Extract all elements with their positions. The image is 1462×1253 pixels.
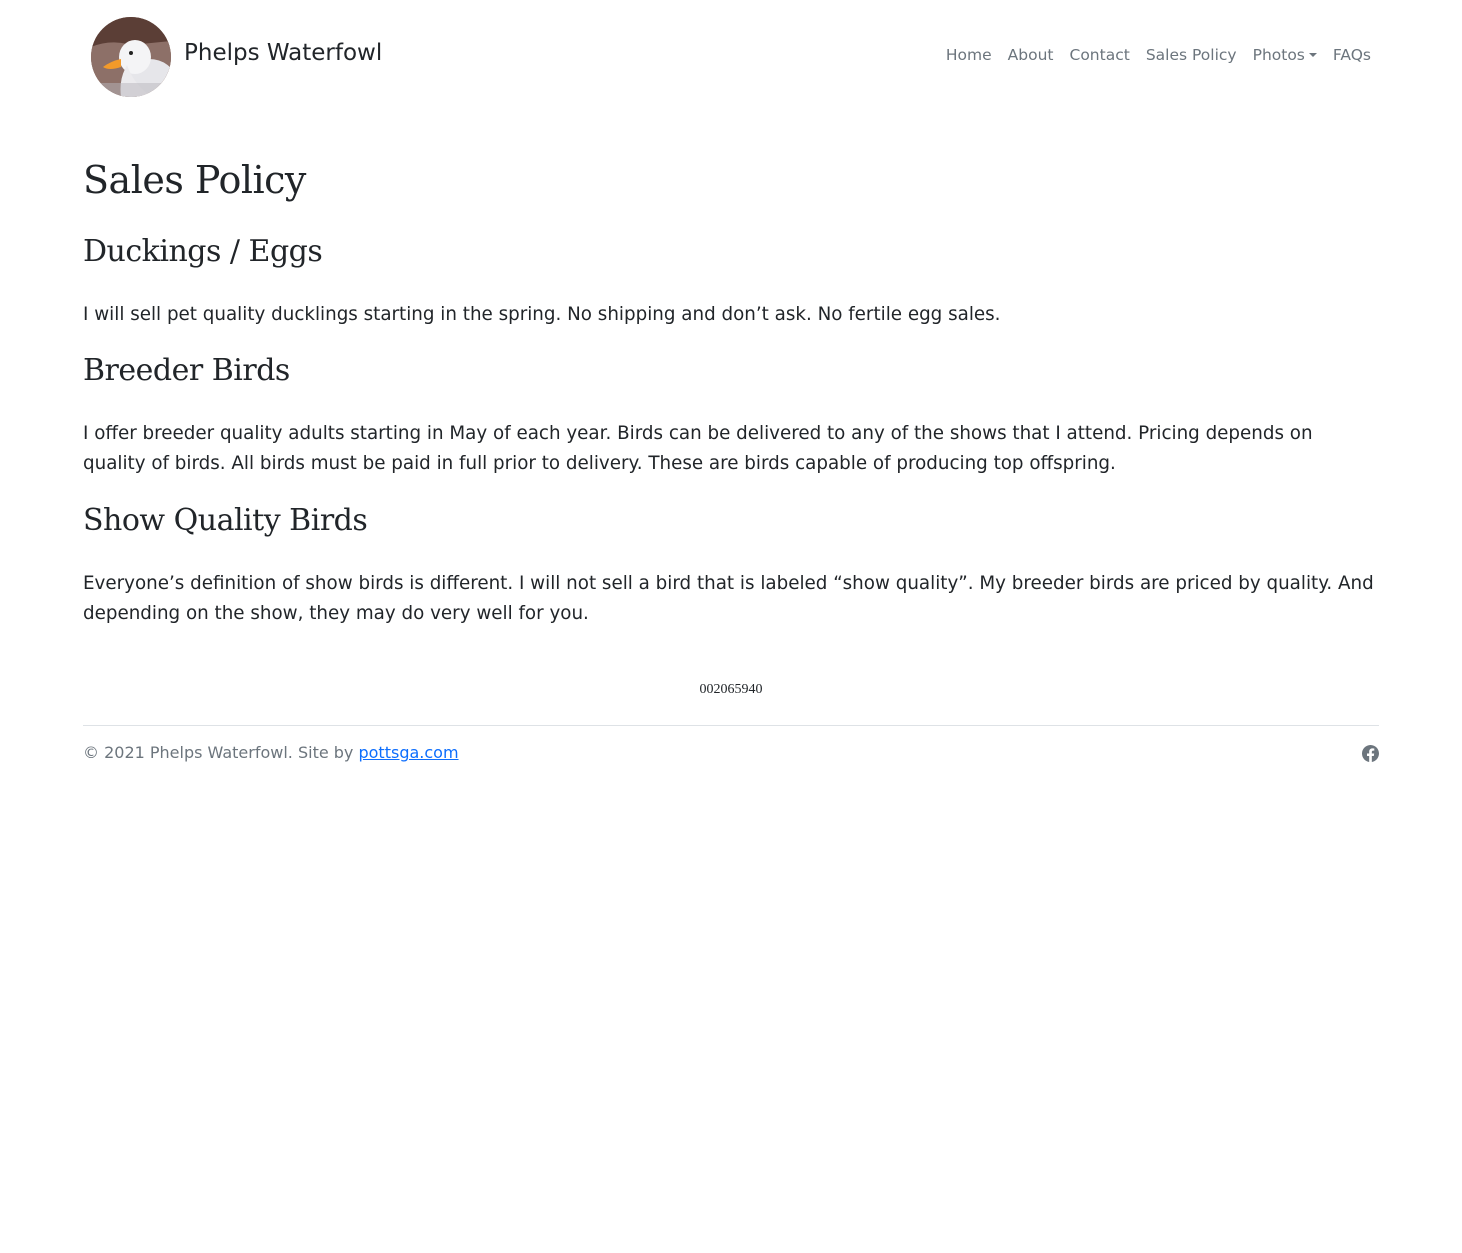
footer-divider xyxy=(83,725,1379,726)
copyright-text: © 2021 Phelps Waterfowl. Site by xyxy=(83,743,359,762)
visitor-counter: 002065940 xyxy=(699,682,763,697)
section-heading-breeder-birds: Breeder Birds xyxy=(83,353,290,388)
nav-photos-dropdown[interactable]: Photos xyxy=(1253,46,1317,64)
nav-photos-label: Photos xyxy=(1252,46,1305,64)
section-heading-show-quality: Show Quality Birds xyxy=(83,503,368,538)
navbar: Phelps Waterfowl Home About Contact Sale… xyxy=(83,0,1379,115)
nav-about[interactable]: About xyxy=(1008,46,1054,64)
section-text-ducklings: I will sell pet quality ducklings starti… xyxy=(83,304,1001,325)
section-text-show-quality: Everyone’s definition of show birds is d… xyxy=(83,573,1374,624)
brand-name: Phelps Waterfowl xyxy=(184,40,383,66)
page-container: Phelps Waterfowl Home About Contact Sale… xyxy=(83,0,1379,763)
main-nav: Home About Contact Sales Policy Photos F… xyxy=(930,46,1371,64)
nav-home[interactable]: Home xyxy=(946,46,992,64)
footer-site-link[interactable]: pottsga.com xyxy=(358,743,458,762)
nav-faqs[interactable]: FAQs xyxy=(1333,46,1371,64)
page-title: Sales Policy xyxy=(83,158,306,202)
duck-avatar-icon xyxy=(91,17,171,97)
chevron-down-icon xyxy=(1308,53,1317,57)
nav-sales-policy[interactable]: Sales Policy xyxy=(1146,46,1237,64)
section-text-breeder-birds: I offer breeder quality adults starting … xyxy=(83,423,1313,474)
nav-contact[interactable]: Contact xyxy=(1070,46,1130,64)
brand-link[interactable]: Phelps Waterfowl xyxy=(91,17,382,97)
footer-copyright: © 2021 Phelps Waterfowl. Site by pottsga… xyxy=(83,743,459,762)
facebook-icon[interactable] xyxy=(1361,744,1379,763)
section-heading-ducklings: Duckings / Eggs xyxy=(83,234,323,269)
